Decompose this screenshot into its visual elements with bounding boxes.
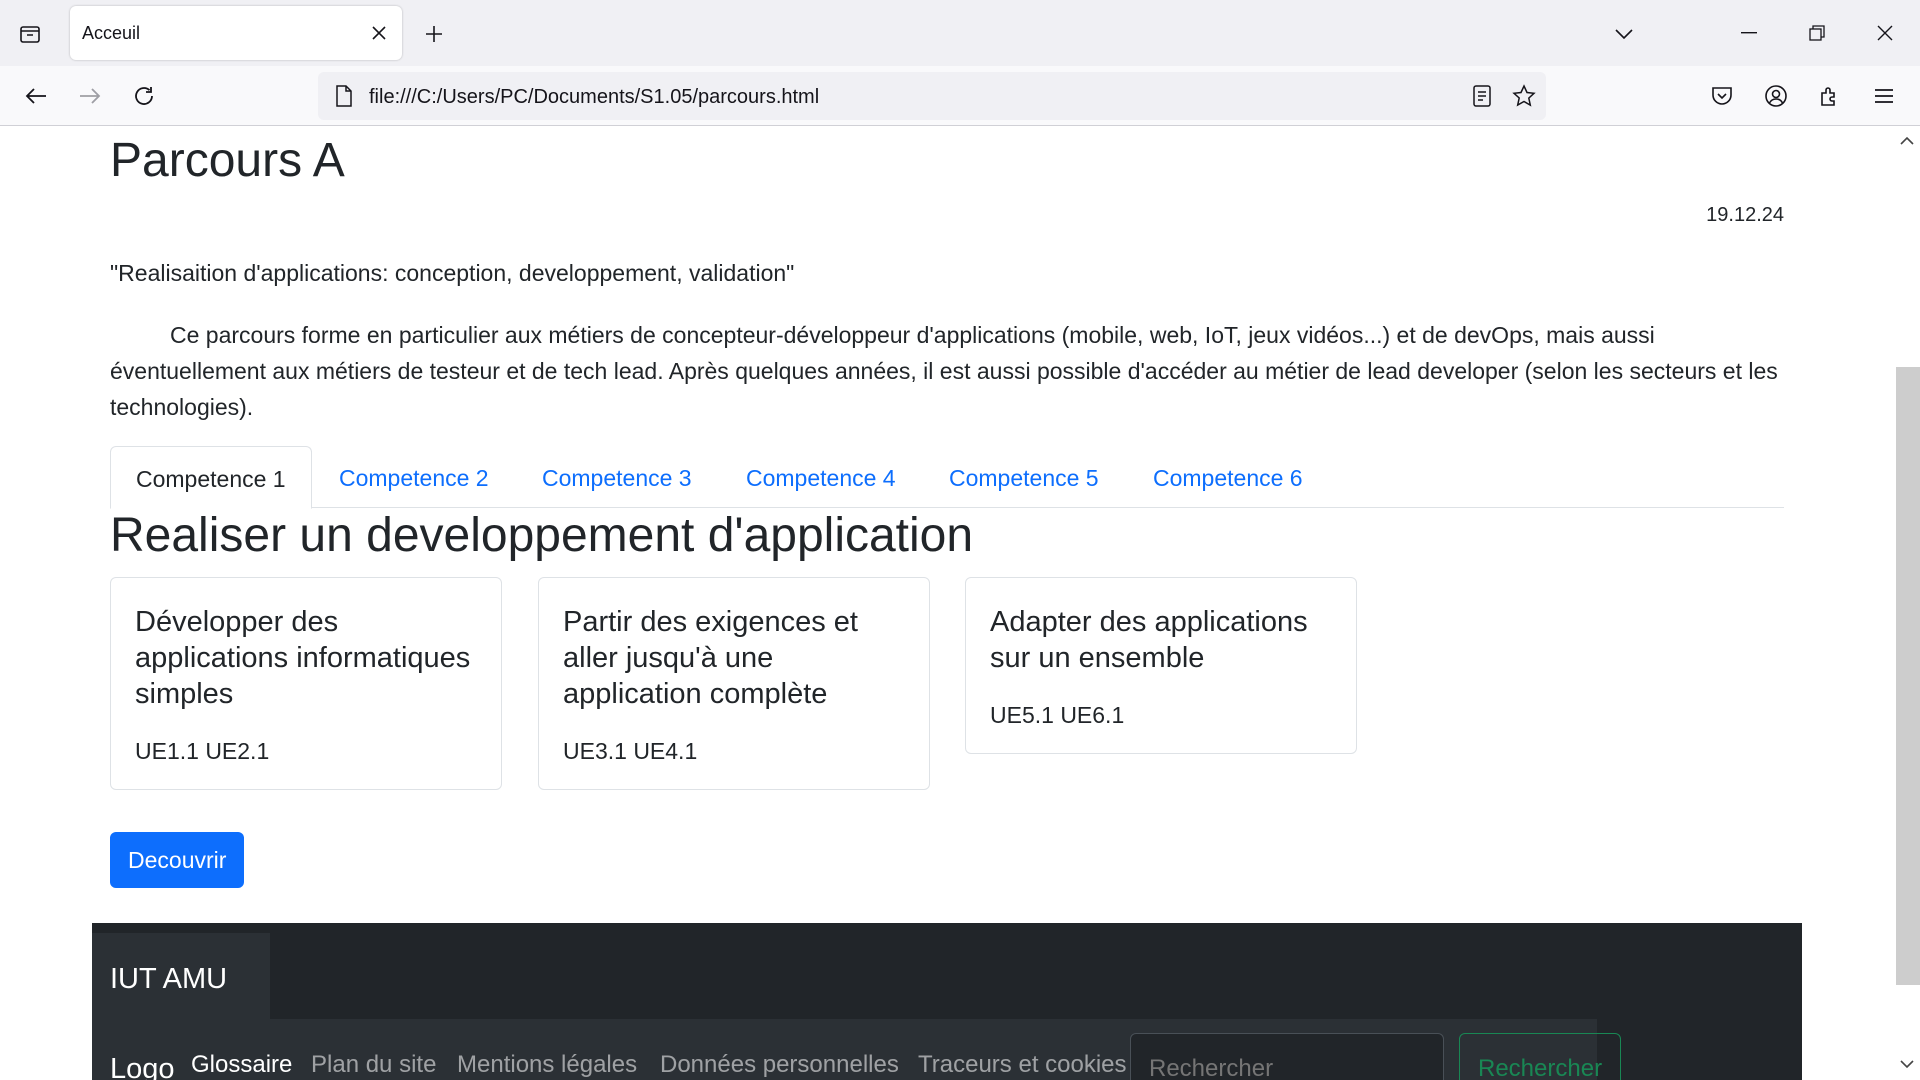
url-text: file:///C:/Users/PC/Documents/S1.05/parc…	[369, 86, 820, 108]
footer-search-button[interactable]: Rechercher	[1459, 1033, 1622, 1080]
card-title: Développer des applications informatique…	[135, 606, 471, 710]
page-viewport: Parcours A 19.12.24 "Realisaition d'appl…	[0, 127, 1894, 1080]
competence-tabs: Competence 1 Competence 2 Competence 3 C…	[110, 446, 1784, 509]
footer-link-mentions-legales[interactable]: Mentions légales	[457, 1051, 637, 1079]
browser-tab[interactable]: Acceuil	[70, 6, 402, 60]
tab-title: Acceuil	[82, 23, 141, 43]
minimize-icon[interactable]	[1724, 10, 1774, 56]
card-title: Adapter des applications sur un ensemble	[990, 606, 1308, 674]
page-title: Parcours A	[110, 134, 345, 187]
footer: IUT AMU Logo Glossaire Plan du site Ment…	[92, 923, 1802, 1080]
plus-icon[interactable]	[414, 14, 454, 54]
footer-search-input[interactable]	[1130, 1033, 1444, 1080]
footer-brand-box: IUT AMU	[92, 933, 270, 1019]
competence-card: Adapter des applications sur un ensemble…	[965, 577, 1357, 754]
footer-brand[interactable]: IUT AMU	[110, 963, 227, 996]
chevron-down-icon[interactable]	[1604, 14, 1644, 54]
scroll-down-icon[interactable]	[1898, 1055, 1916, 1073]
browser-tab-bar: Acceuil	[0, 0, 1920, 66]
card-title: Partir des exigences et aller jusqu'à un…	[563, 606, 858, 710]
footer-link-traceurs-cookies[interactable]: Traceurs et cookies	[918, 1051, 1127, 1079]
tab-competence-4[interactable]: Competence 4	[721, 446, 921, 508]
competence-card: Développer des applications informatique…	[110, 577, 502, 790]
page-icon	[330, 82, 358, 110]
close-window-icon[interactable]	[1860, 10, 1910, 56]
restore-icon[interactable]	[1792, 10, 1842, 56]
tab-competence-6[interactable]: Competence 6	[1128, 446, 1328, 508]
scroll-up-icon[interactable]	[1898, 131, 1916, 149]
account-icon[interactable]	[1756, 76, 1796, 116]
menu-icon[interactable]	[1864, 76, 1904, 116]
close-icon[interactable]	[366, 20, 392, 46]
footer-logo[interactable]: Logo	[110, 1053, 175, 1080]
back-icon[interactable]	[16, 76, 56, 116]
decouvrir-button[interactable]: Decouvrir	[110, 832, 245, 888]
card-text: UE1.1 UE2.1	[135, 738, 270, 764]
tab-competence-5[interactable]: Competence 5	[924, 446, 1124, 508]
extensions-icon[interactable]	[1810, 76, 1850, 116]
footer-link-plan-du-site[interactable]: Plan du site	[311, 1051, 436, 1079]
card-text: UE5.1 UE6.1	[990, 702, 1125, 728]
reload-icon[interactable]	[124, 76, 164, 116]
reader-view-icon[interactable]	[1468, 82, 1496, 110]
pocket-icon[interactable]	[1702, 76, 1742, 116]
browser-nav-bar: file:///C:/Users/PC/Documents/S1.05/parc…	[0, 66, 1920, 126]
page-date: 19.12.24	[1706, 204, 1784, 226]
competence-card: Partir des exigences et aller jusqu'à un…	[538, 577, 930, 790]
footer-link-donnees-personnelles[interactable]: Données personnelles	[660, 1051, 899, 1079]
tab-competence-3[interactable]: Competence 3	[517, 446, 717, 508]
footer-nav: Logo Glossaire Plan du site Mentions lég…	[92, 1019, 1622, 1080]
scrollbar-thumb[interactable]	[1894, 367, 1920, 985]
competence-title: Realiser un developpement d'application	[110, 509, 974, 562]
tab-competence-2[interactable]: Competence 2	[314, 446, 514, 508]
parcours-subtitle: "Realisaition d'applications: conception…	[110, 260, 795, 286]
bookmark-star-icon[interactable]	[1510, 82, 1538, 110]
forward-icon[interactable]	[70, 76, 110, 116]
tab-competence-1[interactable]: Competence 1	[110, 446, 312, 509]
tab-list-icon[interactable]	[10, 14, 50, 54]
footer-link-glossaire[interactable]: Glossaire	[191, 1051, 292, 1079]
card-text: UE3.1 UE4.1	[563, 738, 698, 764]
parcours-description: Ce parcours forme en particulier aux mét…	[110, 322, 1778, 420]
url-bar[interactable]: file:///C:/Users/PC/Documents/S1.05/parc…	[318, 72, 1546, 120]
page-scrollbar[interactable]	[1894, 127, 1920, 1080]
